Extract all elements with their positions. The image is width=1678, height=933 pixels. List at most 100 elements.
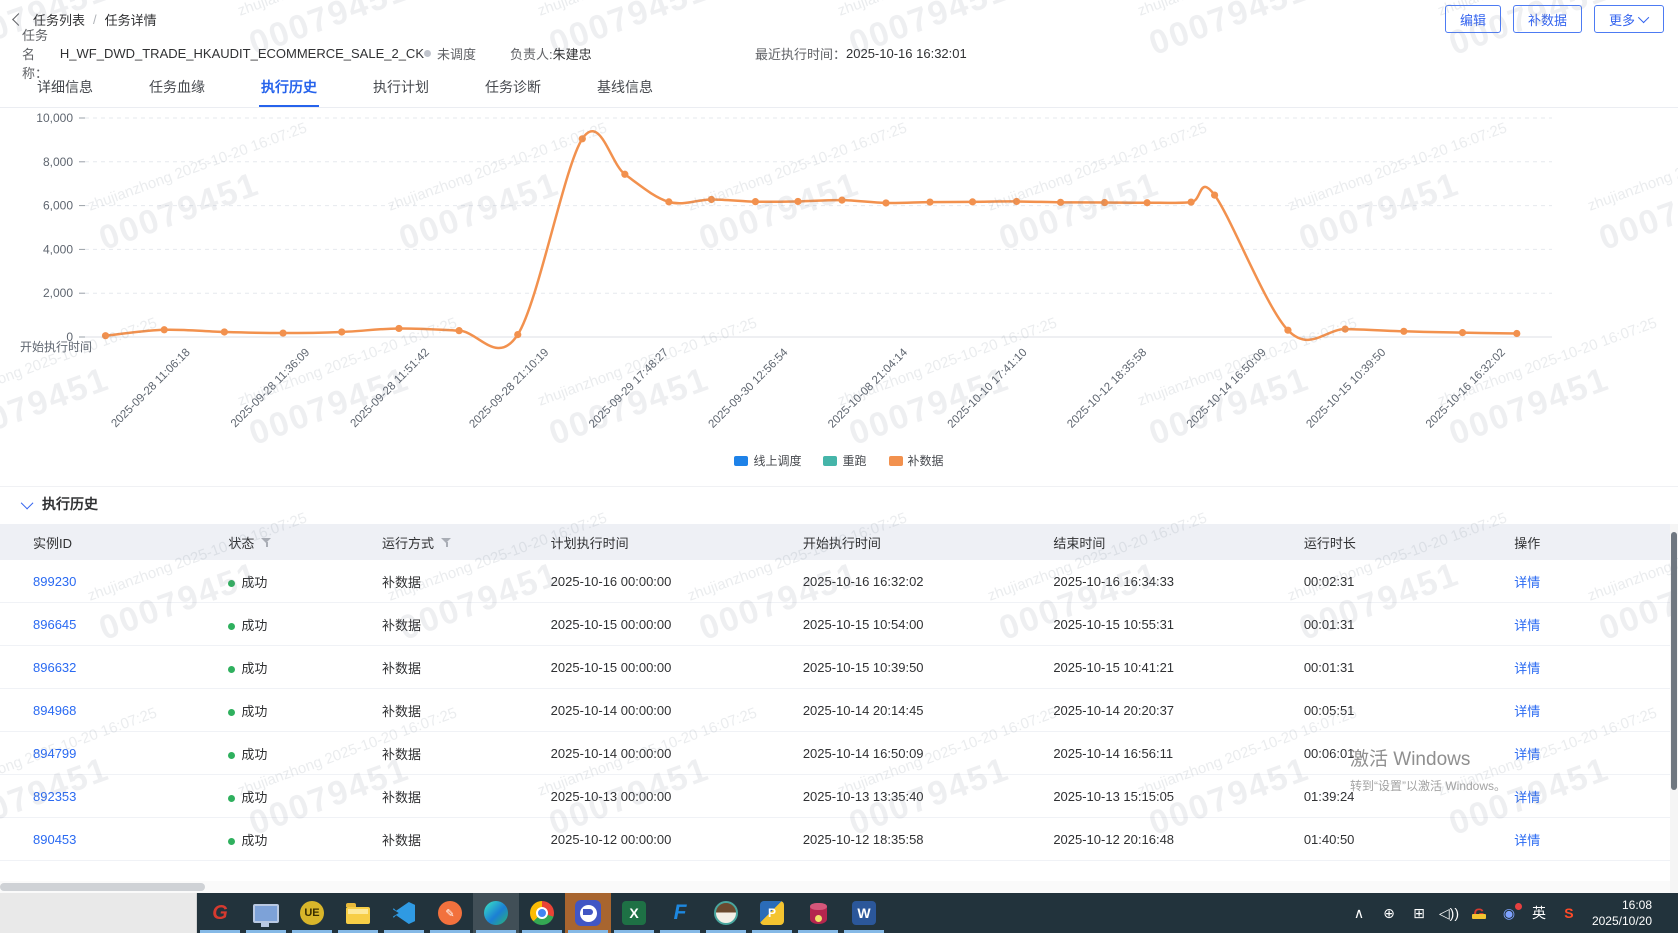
taskbar-everedit-icon[interactable]: ✎: [427, 893, 473, 933]
dingtalk-tray-icon[interactable]: ◉: [1496, 902, 1522, 922]
tab-执行历史[interactable]: 执行历史: [259, 68, 319, 107]
instance-id-link[interactable]: 894968: [33, 703, 76, 718]
detail-link[interactable]: 详情: [1514, 661, 1540, 676]
tray-expand-icon[interactable]: ∧: [1346, 905, 1372, 922]
backfill-button[interactable]: 补数据: [1512, 5, 1582, 33]
mail-icon[interactable]: G: [1466, 905, 1492, 921]
column-header-label: 操作: [1514, 535, 1541, 551]
execution-history-chart: 0 2,000 4,000 6,000 8,000 10,000 2025-09-28 11…: [0, 106, 1678, 454]
tab-详细信息[interactable]: 详细信息: [35, 68, 95, 107]
taskbar-word-icon[interactable]: W: [841, 893, 887, 933]
planned-time: 2025-10-14 00:00:00: [550, 745, 672, 761]
status-cell: 成功: [195, 701, 349, 720]
svg-text:2,000: 2,000: [43, 286, 73, 300]
more-button[interactable]: 更多: [1593, 5, 1664, 33]
tab-任务血缘[interactable]: 任务血缘: [147, 68, 207, 107]
status-cell: 成功: [195, 572, 349, 591]
taskbar-g-launcher-icon[interactable]: G: [197, 893, 243, 933]
detail-link[interactable]: 详情: [1514, 618, 1540, 633]
status-label: 成功: [241, 617, 268, 633]
status-dot-icon: [228, 622, 236, 630]
duration: 00:01:31: [1303, 616, 1355, 632]
ime-icon[interactable]: 英: [1526, 903, 1552, 923]
start-time: 2025-10-16 16:32:02: [802, 573, 924, 589]
svg-text:2025-10-14 16:50:09: 2025-10-14 16:50:09: [1185, 347, 1269, 431]
horizontal-scrollbar[interactable]: [0, 881, 1670, 893]
instance-id-link[interactable]: 892353: [33, 789, 76, 804]
legend-swatch-icon: [823, 455, 838, 466]
action-cell: 详情: [1481, 572, 1670, 591]
legend-item-线上调度[interactable]: 线上调度: [734, 452, 801, 469]
taskbar-chrome-icon[interactable]: [519, 893, 565, 933]
dingtalk-icon: [575, 900, 601, 926]
vertical-scrollbar[interactable]: [1670, 524, 1678, 893]
chevron-down-icon: [1637, 11, 1650, 24]
instance-id-link[interactable]: 899230: [33, 574, 76, 589]
volume-icon[interactable]: ◁)): [1436, 905, 1462, 922]
column-header-结束时间: 结束时间: [1020, 533, 1271, 552]
detail-link[interactable]: 详情: [1514, 704, 1540, 719]
table-row: 894968 成功 补数据 2025-10-14 00:00:00 2025-10-14…: [0, 689, 1670, 732]
pinned-window-icon[interactable]: ⊞: [1406, 905, 1432, 922]
taskbar-vscode-icon[interactable]: [381, 893, 427, 933]
sogou-icon[interactable]: S: [1556, 905, 1582, 921]
detail-link[interactable]: 详情: [1514, 790, 1540, 805]
filter-icon[interactable]: [441, 537, 452, 548]
instance-id-link[interactable]: 896632: [33, 660, 76, 675]
taskbar-plsql-icon[interactable]: P: [749, 893, 795, 933]
taskbar-file-explorer-icon[interactable]: [335, 893, 381, 933]
column-header-label: 结束时间: [1053, 535, 1106, 551]
status-cell: 成功: [195, 658, 349, 677]
instance-id-link[interactable]: 896645: [33, 617, 76, 632]
run-mode: 补数据: [382, 832, 422, 848]
owner-value: 朱建忠: [552, 46, 592, 62]
network-icon[interactable]: ⊕: [1376, 905, 1402, 922]
status-cell: 成功: [195, 787, 349, 806]
start-time: 2025-10-12 18:35:58: [802, 831, 924, 847]
legend-label: 线上调度: [753, 454, 802, 468]
table-header-row: 实例ID 状态 运行方式 计划执行时间 开始执行时间 结束时间 运行时长 操作: [0, 524, 1670, 560]
detail-link[interactable]: 详情: [1514, 575, 1540, 590]
instance-id-link[interactable]: 890453: [33, 832, 76, 847]
svg-text:2025-09-28 11:06:18: 2025-09-28 11:06:18: [109, 347, 192, 430]
line-chart: 02,0004,0006,0008,00010,0002025-09-28 11…: [20, 111, 1552, 431]
plsql-icon: P: [760, 901, 784, 925]
detail-link[interactable]: 详情: [1514, 833, 1540, 848]
taskbar-blue-f-icon[interactable]: F: [657, 893, 703, 933]
vertical-scrollbar-thumb[interactable]: [1671, 532, 1677, 790]
svg-text:4,000: 4,000: [43, 242, 73, 256]
svg-text:10,000: 10,000: [36, 111, 73, 125]
status-cell: 成功: [195, 830, 349, 849]
taskbar-remote-desktop-icon[interactable]: [243, 893, 289, 933]
tab-基线信息[interactable]: 基线信息: [595, 68, 655, 107]
column-header-label: 计划执行时间: [550, 535, 629, 551]
taskbar-edge-icon[interactable]: [473, 893, 519, 933]
horizontal-scrollbar-thumb[interactable]: [0, 883, 205, 891]
svg-text:2025-10-12 18:35:58: 2025-10-12 18:35:58: [1065, 347, 1149, 431]
clock-time: 16:08: [1621, 897, 1652, 912]
edit-button[interactable]: 编辑: [1444, 5, 1501, 33]
legend-item-重跑[interactable]: 重跑: [823, 452, 867, 469]
taskbar-dbeaver-icon[interactable]: [703, 893, 749, 933]
task-name-value: H_WF_DWD_TRADE_HKAUDIT_ECOMMERCE_SALE_2_…: [59, 45, 424, 61]
history-section-header[interactable]: 执行历史: [0, 486, 1678, 521]
status-label: 成功: [241, 574, 268, 590]
more-button-label: 更多: [1608, 12, 1635, 28]
detail-link[interactable]: 详情: [1514, 747, 1540, 762]
duration: 00:02:31: [1303, 573, 1355, 589]
instance-id-link[interactable]: 894799: [33, 746, 76, 761]
owner-label: 负责人:: [510, 46, 553, 62]
taskbar-database-icon[interactable]: [795, 893, 841, 933]
taskbar-excel-icon[interactable]: X: [611, 893, 657, 933]
taskbar-dingtalk-icon[interactable]: [565, 893, 611, 933]
taskbar-search-box[interactable]: [0, 893, 197, 933]
taskbar-ultraedit-icon[interactable]: UE: [289, 893, 335, 933]
taskbar-clock[interactable]: 16:08 2025/10/20: [1586, 897, 1662, 929]
tab-执行计划[interactable]: 执行计划: [371, 68, 431, 107]
back-icon[interactable]: [12, 12, 25, 26]
legend-item-补数据[interactable]: 补数据: [888, 452, 944, 469]
tab-任务诊断[interactable]: 任务诊断: [483, 68, 543, 107]
action-cell: 详情: [1481, 615, 1670, 634]
filter-icon[interactable]: [261, 537, 272, 548]
windows-taskbar: G UE ✎ X F P W ∧ ⊕ ⊞ ◁)) G ◉ 英 S 16:08 2025/10/20: [0, 893, 1678, 933]
